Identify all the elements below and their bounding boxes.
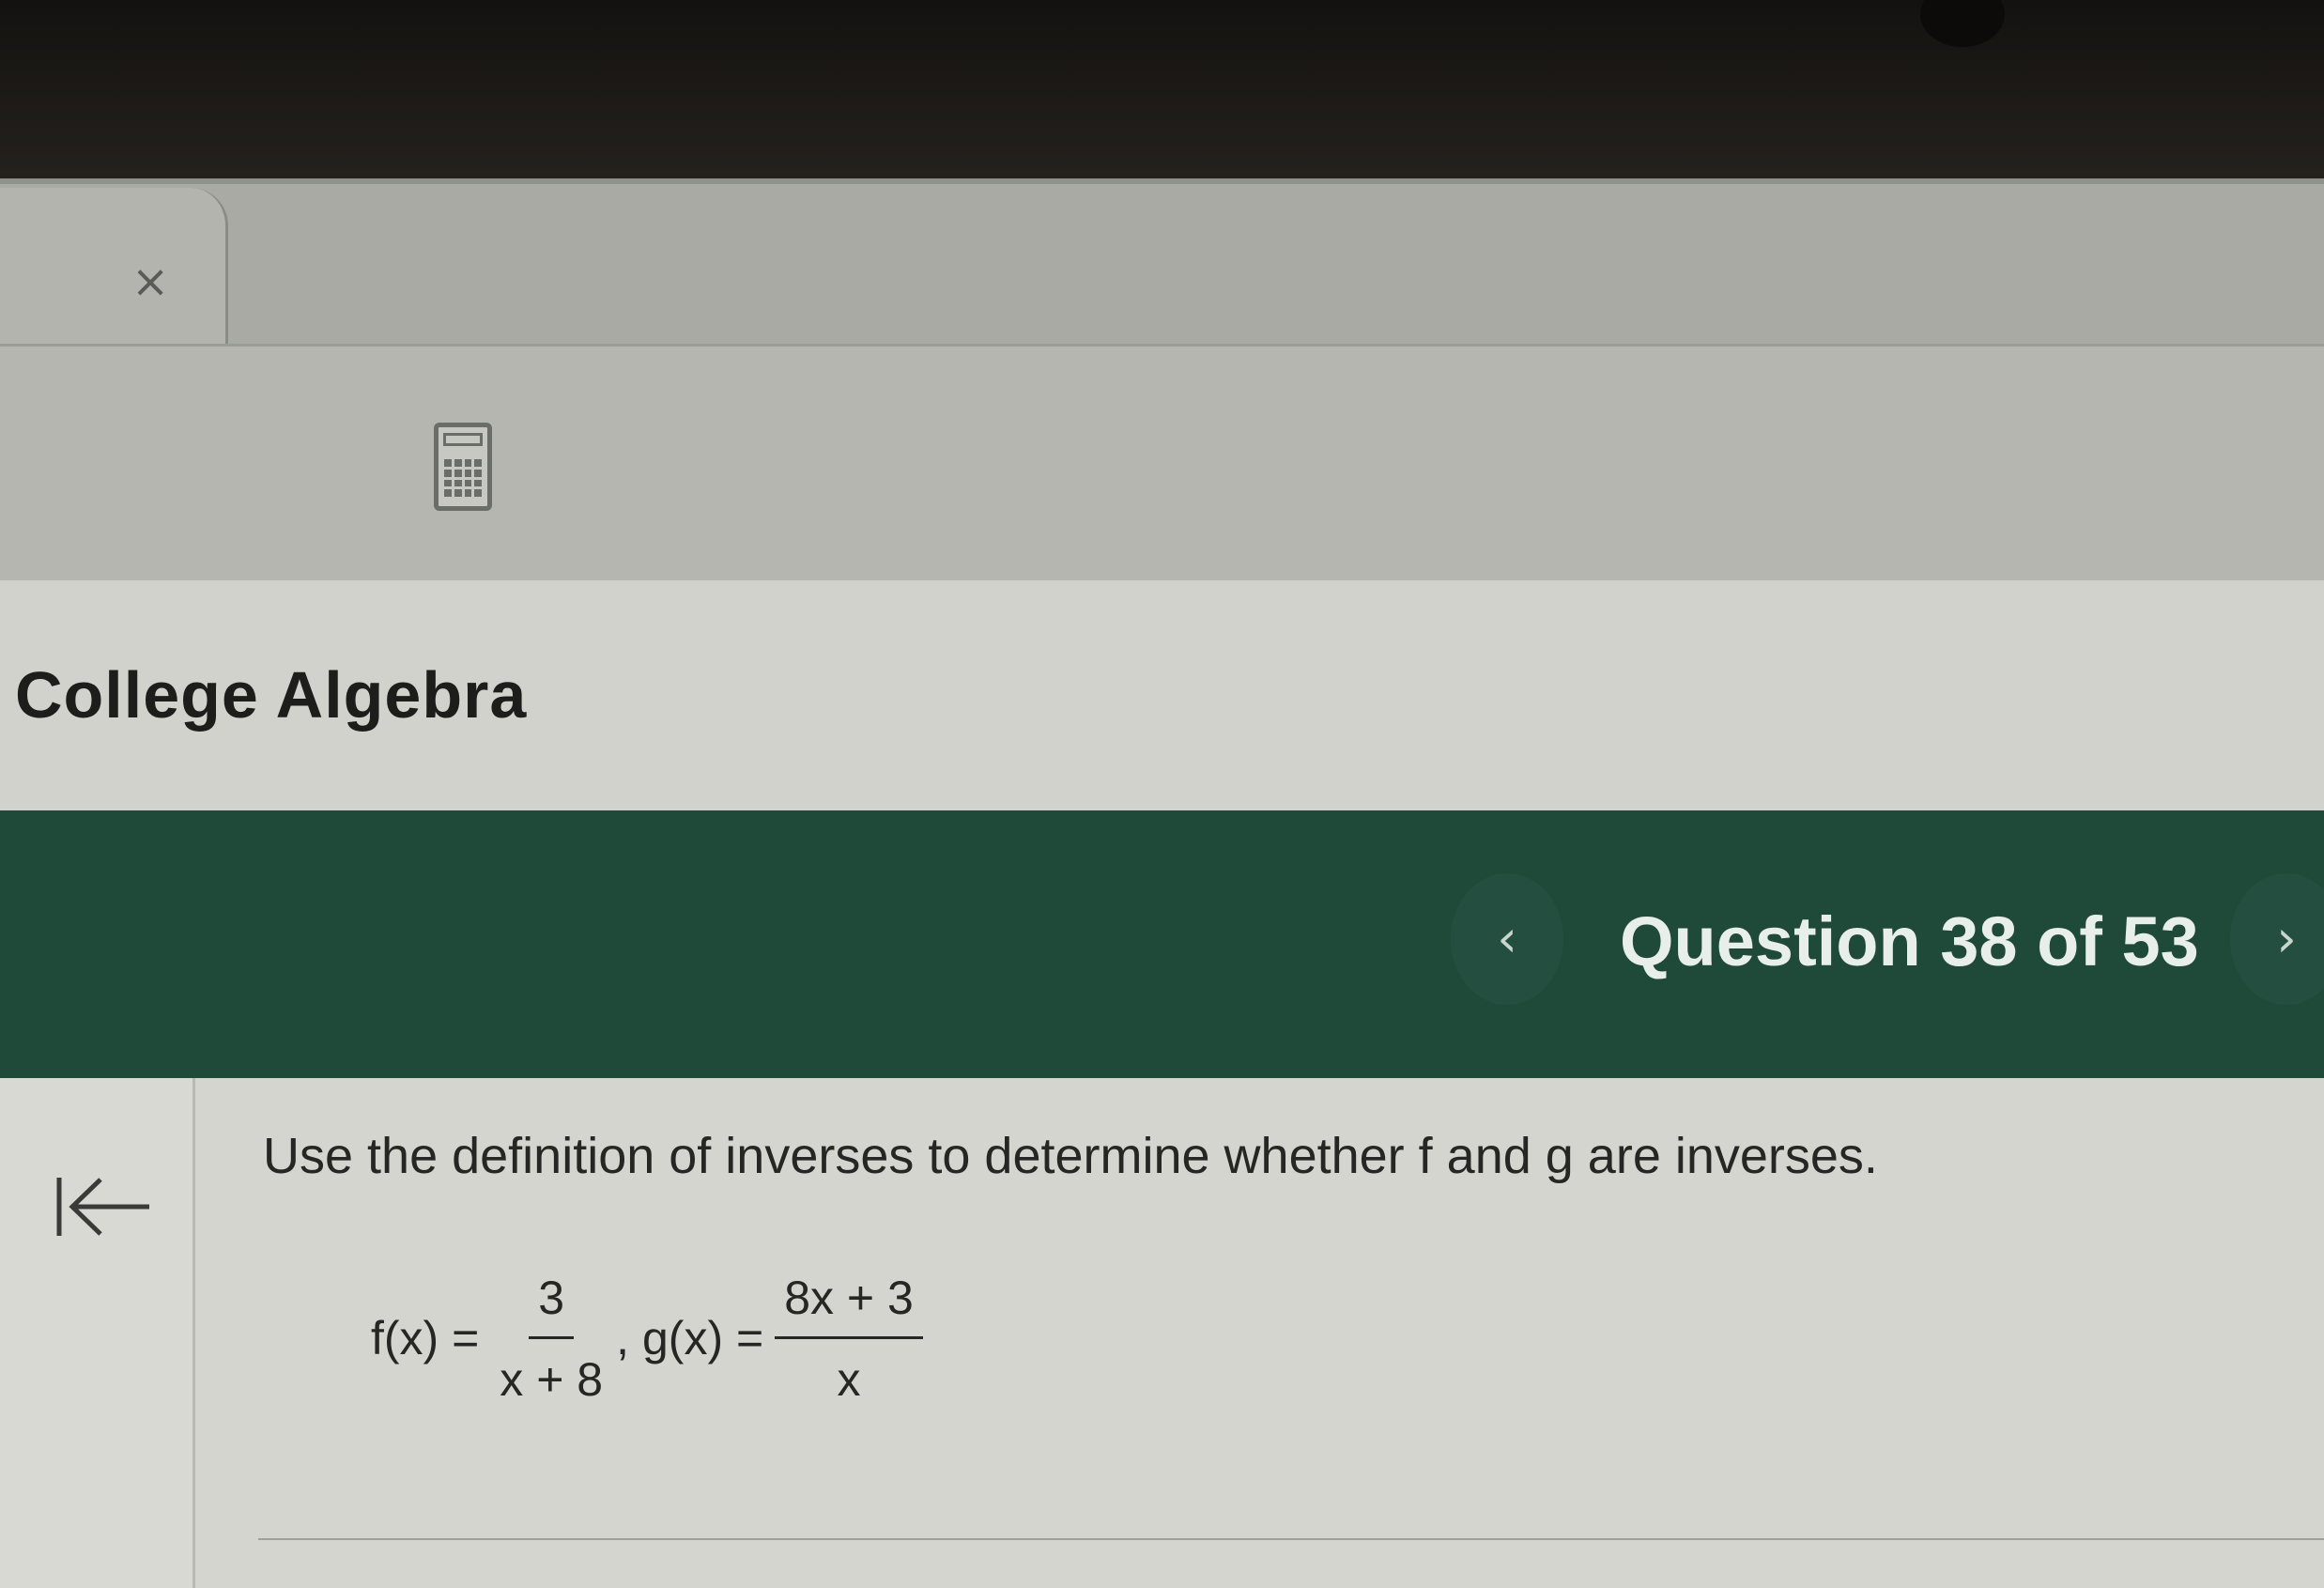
g-fraction: 8x + 3 x bbox=[775, 1271, 923, 1407]
calculator-screen bbox=[443, 433, 483, 446]
browser-tab-strip bbox=[0, 178, 2324, 353]
function-definitions: f(x) = 3 x + 8 , g(x) = 8x + 3 x bbox=[371, 1263, 934, 1413]
close-icon[interactable]: × bbox=[131, 259, 169, 304]
separator: , bbox=[616, 1312, 629, 1364]
f-denominator: x + 8 bbox=[500, 1352, 604, 1406]
divider bbox=[258, 1538, 2324, 1540]
g-label: g(x) = bbox=[642, 1312, 764, 1364]
course-title: College Algebra bbox=[15, 658, 528, 732]
question-counter: Question 38 of 53 bbox=[1620, 902, 2199, 980]
question-prompt: Use the definition of inverses to determ… bbox=[263, 1128, 1878, 1184]
f-fraction: 3 x + 8 bbox=[490, 1271, 612, 1407]
side-panel bbox=[0, 1078, 195, 1588]
calculator-icon[interactable] bbox=[434, 423, 492, 511]
browser-tab[interactable] bbox=[0, 188, 228, 347]
collapse-back-icon[interactable] bbox=[52, 1174, 155, 1240]
f-label: f(x) = bbox=[371, 1312, 480, 1364]
previous-question-button[interactable]: ‹ bbox=[1451, 873, 1563, 1005]
g-denominator: x bbox=[837, 1352, 861, 1406]
f-numerator: 3 bbox=[529, 1271, 575, 1339]
calculator-keys bbox=[444, 459, 482, 497]
toolbar bbox=[0, 344, 2324, 583]
g-numerator: 8x + 3 bbox=[775, 1271, 923, 1339]
